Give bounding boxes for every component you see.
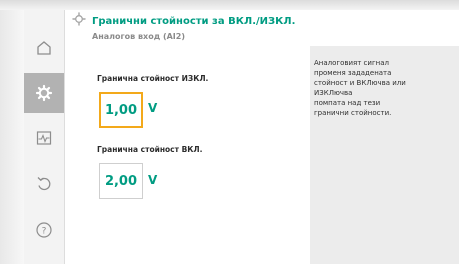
sidebar-item-home[interactable] bbox=[24, 28, 64, 68]
bezel-top bbox=[0, 0, 459, 10]
help-text-line: помпата над тези bbox=[314, 99, 381, 107]
page-title: Гранични стойности за ВКЛ./ИЗКЛ. bbox=[92, 16, 296, 27]
on-threshold-label: Гранична стойност ВКЛ. bbox=[97, 145, 203, 154]
off-threshold-label: Гранична стойност ИЗКЛ. bbox=[97, 74, 209, 83]
help-text-line: ИЗКЛючва bbox=[314, 89, 353, 97]
on-threshold-input[interactable]: 2,00 bbox=[99, 163, 143, 199]
help-text-line: гранични стойности. bbox=[314, 109, 392, 117]
bezel-left bbox=[0, 0, 24, 264]
help-text-line: стойност и ВКЛючва или bbox=[314, 79, 406, 87]
diagnostics-icon bbox=[36, 131, 52, 145]
help-text-line: Аналоговият сигнал bbox=[314, 59, 389, 67]
gear-icon bbox=[35, 84, 53, 102]
sidebar: ? bbox=[24, 10, 65, 264]
undo-icon bbox=[37, 177, 51, 191]
home-icon bbox=[37, 41, 51, 55]
on-threshold-unit: V bbox=[148, 173, 158, 187]
breadcrumb-gear-icon bbox=[72, 12, 86, 26]
help-icon: ? bbox=[36, 222, 52, 238]
sidebar-item-undo[interactable] bbox=[24, 163, 64, 203]
sidebar-item-help[interactable]: ? bbox=[24, 210, 64, 250]
page-subtitle: Аналогов вход (AI2) bbox=[92, 32, 186, 41]
svg-text:?: ? bbox=[42, 227, 47, 237]
sidebar-item-settings[interactable] bbox=[24, 73, 64, 113]
off-threshold-unit: V bbox=[148, 101, 158, 115]
help-text-line: променя зададената bbox=[314, 69, 392, 77]
off-threshold-input[interactable]: 1,00 bbox=[99, 92, 143, 128]
display-screen: ? Гранични стойности за ВКЛ./ИЗКЛ. Анало… bbox=[0, 0, 459, 264]
sidebar-item-diagnostics[interactable] bbox=[24, 118, 64, 158]
